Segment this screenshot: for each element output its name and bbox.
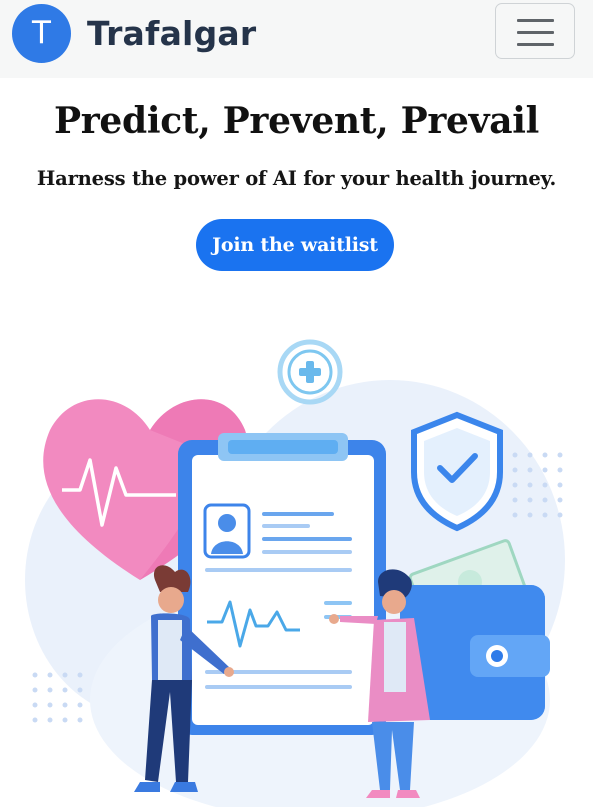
hero-subtitle: Harness the power of AI for your health … [36, 167, 557, 190]
logo-icon: T [12, 3, 71, 63]
brand[interactable]: T Trafalgar [12, 3, 257, 63]
medical-plus-icon [277, 339, 343, 405]
hamburger-menu-button[interactable] [495, 3, 575, 59]
hero-title: Predict, Prevent, Prevail [53, 100, 540, 142]
health-illustration [25, 339, 565, 807]
shield-check-icon [411, 411, 503, 532]
brand-name: Trafalgar [87, 13, 257, 53]
join-waitlist-button[interactable]: Join the waitlist [196, 219, 394, 271]
clipboard-icon [178, 433, 386, 735]
navbar: T Trafalgar [0, 0, 593, 78]
